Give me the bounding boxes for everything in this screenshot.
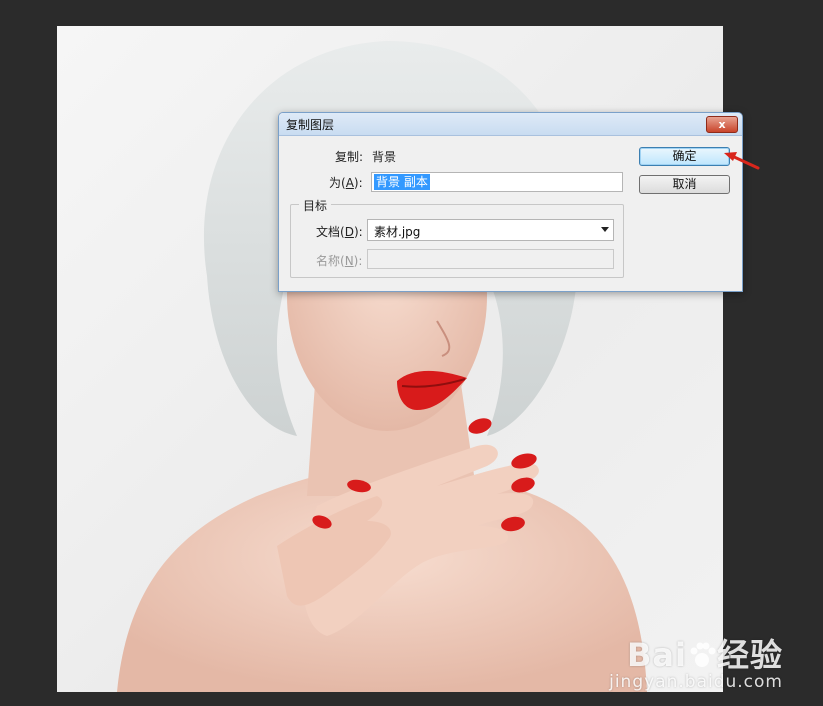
dialog-titlebar[interactable]: 复制图层 x <box>279 113 742 136</box>
document-label-prefix: 文档( <box>316 225 345 239</box>
close-button[interactable]: x <box>706 116 738 133</box>
name-label-prefix: 名称( <box>316 254 345 268</box>
document-label: 文档(D): <box>316 223 363 240</box>
as-name-value: 背景 副本 <box>374 174 430 190</box>
baidu-jingyan-logo: Bai 经验 <box>609 638 783 672</box>
red-arrow-icon <box>724 152 760 170</box>
logo-text-left: Bai <box>627 636 687 674</box>
copy-label: 复制: <box>335 150 364 164</box>
dialog-title: 复制图层 <box>286 118 335 132</box>
as-label-key: A <box>345 176 354 190</box>
paw-icon <box>690 642 716 667</box>
logo-text-right: 经验 <box>716 636 783 674</box>
document-select-value: 素材.jpg <box>374 225 421 239</box>
ok-button[interactable]: 确定 <box>639 147 730 166</box>
watermark-url: jingyan.baidu.com <box>609 672 783 692</box>
as-label-suffix: ): <box>353 176 363 190</box>
document-label-suffix: ): <box>353 225 363 239</box>
duplicate-layer-dialog: 复制图层 x 复制: 背景 为(A): 背景 副本 目标 文档(D): 素材.j… <box>278 112 743 292</box>
ok-button-label: 确定 <box>672 149 697 163</box>
cancel-button-label: 取消 <box>672 177 697 191</box>
destination-legend: 目标 <box>299 197 332 214</box>
as-name-input[interactable]: 背景 副本 <box>371 172 623 192</box>
name-label-key: N <box>344 254 354 268</box>
document-select[interactable]: 素材.jpg <box>367 219 614 241</box>
copy-value: 背景 <box>372 150 397 164</box>
chevron-down-icon <box>601 227 609 232</box>
name-label-suffix: ): <box>353 254 363 268</box>
document-label-key: D <box>344 225 354 239</box>
close-icon: x <box>718 118 726 131</box>
name-label: 名称(N): <box>316 252 362 269</box>
as-label: 为(A): <box>329 174 363 191</box>
name-field <box>367 249 614 269</box>
watermark: Bai 经验 jingyan.baidu.com <box>609 638 783 692</box>
as-label-prefix: 为( <box>329 176 346 190</box>
cancel-button[interactable]: 取消 <box>639 175 730 194</box>
